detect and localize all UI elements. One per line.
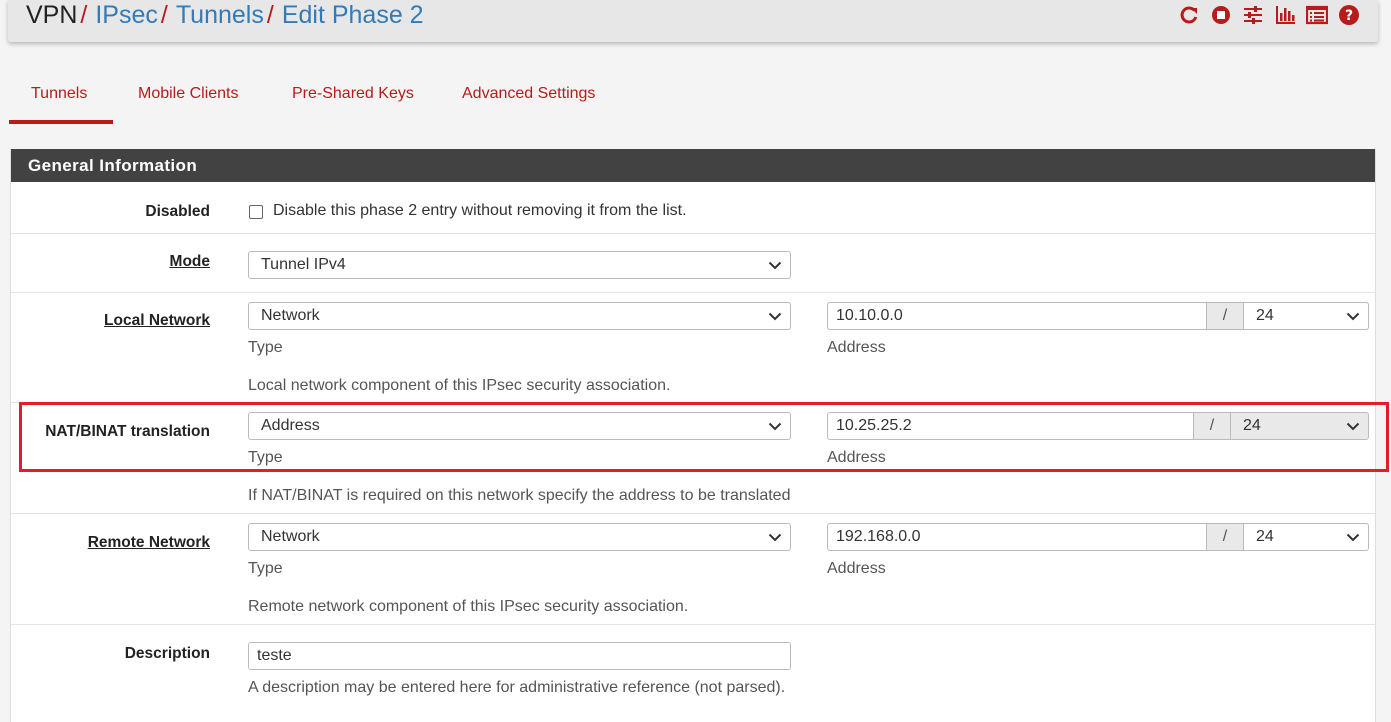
sliders-icon[interactable]: [1242, 4, 1264, 26]
local-network-mask-select[interactable]: 24: [1243, 302, 1369, 330]
chevron-down-icon: [1346, 312, 1360, 321]
local-network-help: Local network component of this IPsec se…: [248, 377, 671, 394]
disabled-checkbox-text[interactable]: Disable this phase 2 entry without remov…: [273, 202, 687, 220]
chevron-down-icon: [768, 533, 782, 542]
log-icon[interactable]: [1306, 4, 1328, 26]
local-network-address-caption: Address: [827, 339, 886, 356]
reload-icon[interactable]: [1178, 4, 1200, 26]
remote-network-type-caption: Type: [248, 560, 283, 577]
mode-select[interactable]: Tunnel IPv4: [248, 251, 791, 279]
page-header: VPN / IPsec / Tunnels / Edit Phase 2 ?: [8, 0, 1378, 42]
remote-network-row: Remote Network Network Type 192.168.0.0 …: [11, 514, 1375, 625]
remote-network-slash: /: [1206, 523, 1244, 551]
bar-chart-icon[interactable]: [1274, 4, 1296, 26]
description-input[interactable]: teste: [248, 642, 791, 670]
local-network-mask-value: 24: [1256, 307, 1274, 324]
breadcrumb-separator: /: [266, 1, 274, 29]
local-network-row: Local Network Network Type 10.10.0.0 / 2…: [11, 293, 1375, 403]
local-network-type-caption: Type: [248, 339, 283, 356]
remote-network-type-value: Network: [261, 528, 320, 545]
disabled-label: Disabled: [145, 203, 210, 220]
tab-advanced-settings[interactable]: Advanced Settings: [462, 74, 595, 124]
remote-network-mask-select[interactable]: 24: [1243, 523, 1369, 551]
chevron-down-icon: [1346, 533, 1360, 542]
header-icon-bar: ?: [1178, 4, 1360, 26]
local-network-address-input[interactable]: 10.10.0.0: [827, 302, 1207, 330]
tab-pre-shared-keys[interactable]: Pre-Shared Keys: [292, 74, 414, 124]
nat-binat-help: If NAT/BINAT is required on this network…: [248, 487, 791, 504]
tab-tunnels[interactable]: Tunnels: [9, 74, 113, 124]
local-network-slash: /: [1206, 302, 1244, 330]
breadcrumb-edit-phase-2[interactable]: Edit Phase 2: [282, 1, 424, 29]
description-label: Description: [124, 645, 210, 662]
breadcrumb-separator: /: [80, 1, 88, 29]
chevron-down-icon: [768, 261, 782, 270]
disabled-row: Disabled Disable this phase 2 entry with…: [11, 182, 1375, 234]
description-row: Description teste A description may be e…: [11, 625, 1375, 722]
remote-network-address-caption: Address: [827, 560, 886, 577]
local-network-label[interactable]: Local Network: [104, 312, 210, 330]
disabled-checkbox[interactable]: [249, 205, 263, 219]
local-network-type-value: Network: [261, 307, 320, 324]
help-icon[interactable]: ?: [1338, 4, 1360, 26]
svg-text:?: ?: [1345, 8, 1353, 24]
breadcrumb-separator: /: [160, 1, 168, 29]
nat-binat-highlight-box: [19, 402, 1389, 472]
stop-icon[interactable]: [1210, 4, 1232, 26]
remote-network-address-input[interactable]: 192.168.0.0: [827, 523, 1207, 551]
breadcrumb-vpn[interactable]: VPN: [26, 1, 77, 29]
chevron-down-icon: [768, 312, 782, 321]
remote-network-type-select[interactable]: Network: [248, 523, 791, 551]
panel-title: General Information: [11, 149, 1375, 182]
mode-row: Mode Tunnel IPv4: [11, 234, 1375, 293]
local-network-type-select[interactable]: Network: [248, 302, 791, 330]
breadcrumb-ipsec[interactable]: IPsec: [95, 1, 158, 29]
breadcrumb-tunnels[interactable]: Tunnels: [176, 1, 264, 29]
mode-select-value: Tunnel IPv4: [261, 256, 346, 273]
remote-network-mask-value: 24: [1256, 528, 1274, 545]
breadcrumb: VPN / IPsec / Tunnels / Edit Phase 2: [26, 0, 424, 30]
tab-mobile-clients[interactable]: Mobile Clients: [138, 74, 238, 124]
remote-network-label[interactable]: Remote Network: [88, 534, 210, 552]
mode-label[interactable]: Mode: [170, 253, 210, 271]
description-help: A description may be entered here for ad…: [248, 679, 786, 696]
remote-network-help: Remote network component of this IPsec s…: [248, 598, 689, 615]
